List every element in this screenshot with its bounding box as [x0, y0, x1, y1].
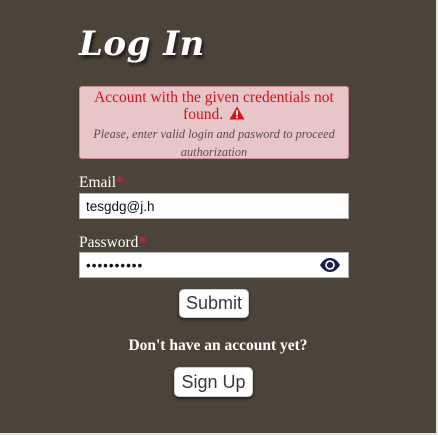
error-alert-message-line: Account with the given credentials not f… [84, 89, 344, 123]
password-field[interactable] [79, 252, 349, 278]
password-label-text: Password [79, 234, 139, 251]
login-panel: Log In Account with the given credential… [0, 0, 438, 435]
password-field-wrapper [79, 252, 349, 278]
error-alert-detail: Please, enter valid login and pasword to… [93, 127, 335, 159]
password-label: Password* [79, 234, 146, 252]
required-marker: * [116, 174, 124, 191]
email-field[interactable] [79, 193, 349, 219]
email-label-text: Email [79, 174, 117, 191]
email-label: Email* [79, 174, 124, 192]
warning-icon [229, 106, 245, 120]
eye-icon[interactable] [319, 257, 341, 273]
signup-prompt: Don't have an account yet? [128, 337, 308, 354]
error-alert: Account with the given credentials not f… [79, 86, 349, 159]
signup-button[interactable]: Sign Up [174, 367, 253, 397]
page-title: Log In [79, 24, 205, 64]
error-alert-message: Account with the given credentials not f… [94, 89, 334, 123]
required-marker: * [138, 234, 147, 251]
submit-button[interactable]: Submit [179, 289, 249, 318]
